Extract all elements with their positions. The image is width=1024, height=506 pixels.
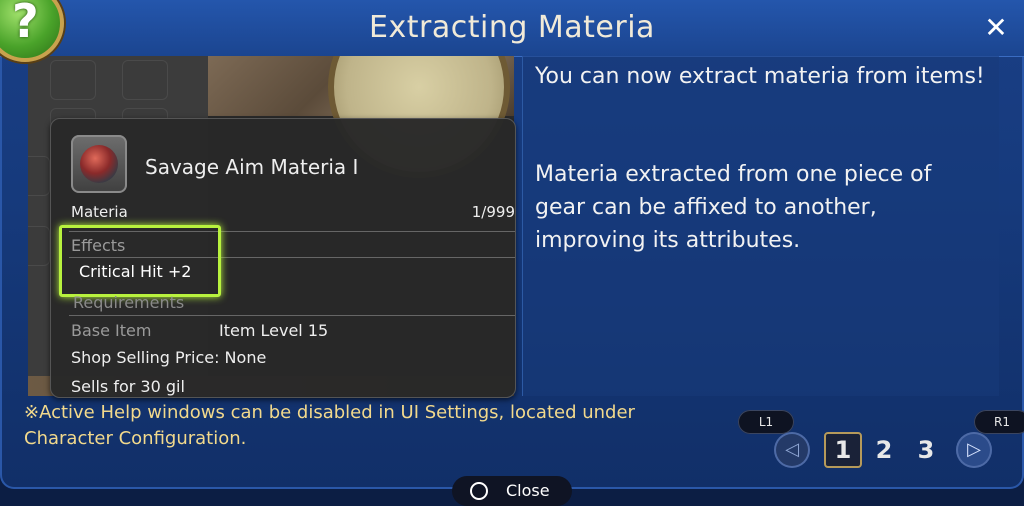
item-tooltip: Savage Aim Materia I Materia 1/999 Effec… <box>50 118 516 398</box>
help-paragraph-2: Materia extracted from one piece of gear… <box>535 162 932 253</box>
materia-icon <box>71 135 127 193</box>
inventory-slot <box>122 60 168 100</box>
help-paragraph-1: You can now extract materia from items! <box>535 64 985 89</box>
inventory-slot <box>50 60 96 100</box>
page-3-button[interactable]: 3 <box>908 432 944 468</box>
r1-button-hint: R1 <box>974 410 1024 434</box>
circle-button-icon <box>470 482 488 500</box>
shop-selling-price: Shop Selling Price: None <box>71 348 267 367</box>
close-button-label: Close <box>506 481 550 500</box>
help-window: Extracting Materia ✕ Savage Aim Materia … <box>0 0 1024 506</box>
help-glyph: ? <box>12 0 39 48</box>
title-bar: Extracting Materia ✕ <box>0 0 1024 57</box>
sell-price: Sells for 30 gil <box>71 377 185 396</box>
materia-gem-icon <box>80 145 118 183</box>
close-button[interactable]: Close <box>452 476 572 506</box>
item-category: Materia <box>71 203 128 221</box>
effects-highlight <box>59 225 221 297</box>
help-text-panel: You can now extract materia from items! … <box>522 56 999 396</box>
base-item-label: Base Item <box>71 321 152 340</box>
inventory-slot <box>28 226 50 266</box>
prev-page-arrow-icon[interactable]: ◁ <box>774 432 810 468</box>
window-title: Extracting Materia <box>369 10 655 45</box>
item-name: Savage Aim Materia I <box>145 155 359 179</box>
requirements-heading: Requirements <box>73 293 185 312</box>
divider <box>69 315 515 316</box>
l1-button-hint: L1 <box>738 410 794 434</box>
inventory-slot <box>28 156 50 196</box>
close-icon[interactable]: ✕ <box>980 12 1012 44</box>
footer-note: ※Active Help windows can be disabled in … <box>24 402 635 449</box>
next-page-arrow-icon[interactable]: ▷ <box>956 432 992 468</box>
base-item-value: Item Level 15 <box>219 321 329 340</box>
page-2-button[interactable]: 2 <box>866 432 902 468</box>
page-1-button[interactable]: 1 <box>824 432 862 468</box>
item-count: 1/999 <box>471 203 515 221</box>
